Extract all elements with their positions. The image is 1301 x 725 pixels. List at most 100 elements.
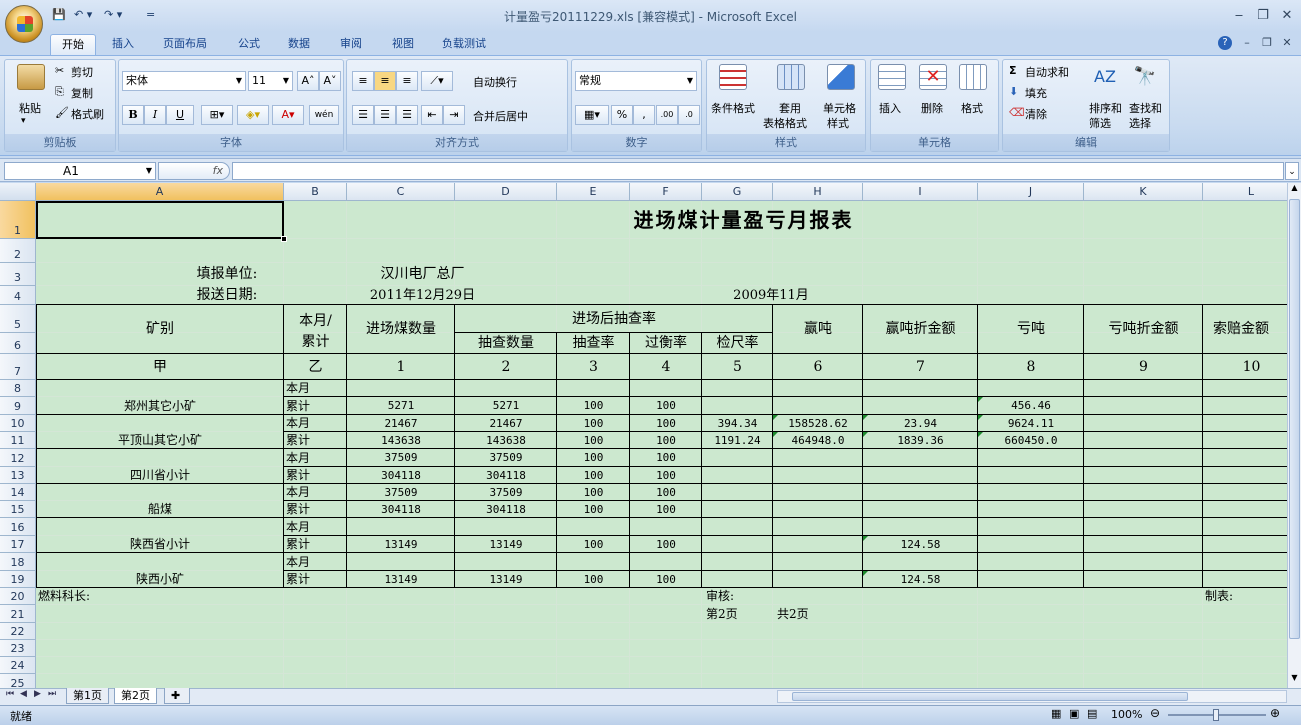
header-mine[interactable]: 矿别 bbox=[36, 305, 284, 354]
vertical-scrollbar[interactable]: ▲ ▼ bbox=[1287, 183, 1301, 688]
value-cell[interactable]: 304118 bbox=[347, 501, 455, 518]
value-cell[interactable]: 100 bbox=[557, 415, 630, 432]
find-select-button[interactable]: 选择 bbox=[1129, 115, 1151, 131]
zoom-in-icon[interactable]: ⊕ bbox=[1270, 706, 1280, 720]
row-header-21[interactable]: 21 bbox=[0, 605, 36, 623]
row-header-14[interactable]: 14 bbox=[0, 484, 36, 501]
format-as-table-button[interactable]: 表格格式 bbox=[763, 115, 807, 131]
value-cell[interactable]: 100 bbox=[630, 397, 702, 415]
sheet-tab-1[interactable]: 第1页 bbox=[66, 688, 109, 704]
col-header-G[interactable]: G bbox=[702, 183, 773, 201]
period-cell[interactable]: 累计 bbox=[284, 432, 347, 449]
percent-button[interactable]: % bbox=[611, 105, 633, 125]
value-cell[interactable]: 100 bbox=[557, 467, 630, 484]
error-indicator-icon[interactable] bbox=[863, 571, 868, 576]
error-indicator-icon[interactable] bbox=[863, 415, 868, 420]
row-header-12[interactable]: 12 bbox=[0, 449, 36, 467]
zoom-out-icon[interactable]: ⊖ bbox=[1150, 706, 1160, 720]
format-cells-button[interactable]: 格式 bbox=[961, 100, 983, 116]
code-1[interactable]: 乙 bbox=[284, 354, 347, 380]
value-cell[interactable]: 100 bbox=[557, 432, 630, 449]
tab-formulas[interactable]: 公式 bbox=[227, 34, 271, 56]
row-header-15[interactable]: 15 bbox=[0, 501, 36, 518]
page-layout-view-icon[interactable]: ▣ bbox=[1069, 707, 1079, 720]
row-header-3[interactable]: 3 bbox=[0, 263, 36, 286]
header-gain[interactable]: 赢吨 bbox=[773, 305, 863, 354]
cut-button[interactable]: 剪切 bbox=[71, 64, 93, 80]
insert-cells-icon[interactable] bbox=[878, 64, 906, 90]
insert-function-icon[interactable]: fx bbox=[158, 162, 230, 180]
col-header-A[interactable]: A bbox=[36, 183, 284, 201]
decrease-decimal-button[interactable]: .0 bbox=[678, 105, 700, 125]
code-7[interactable]: 6 bbox=[773, 354, 863, 380]
borders-icon[interactable]: ⊞▾ bbox=[201, 105, 233, 125]
align-center-icon[interactable]: ☰ bbox=[374, 105, 396, 125]
sheet-nav-first-icon[interactable]: ⏮ bbox=[6, 689, 14, 699]
header-sample-qty[interactable]: 抽查数量 bbox=[455, 333, 557, 354]
mine-name[interactable]: 郑州其它小矿 bbox=[36, 397, 284, 415]
row-header-24[interactable]: 24 bbox=[0, 657, 36, 674]
period-cell[interactable]: 本月 bbox=[284, 380, 347, 397]
page-break-view-icon[interactable]: ▤ bbox=[1087, 707, 1097, 720]
value-cell[interactable]: 100 bbox=[630, 415, 702, 432]
row-header-22[interactable]: 22 bbox=[0, 623, 36, 640]
mine-name[interactable]: 平顶山其它小矿 bbox=[36, 432, 284, 449]
select-all-corner[interactable] bbox=[0, 183, 36, 201]
value-cell[interactable]: 304118 bbox=[455, 467, 557, 484]
col-header-F[interactable]: F bbox=[630, 183, 702, 201]
value-cell[interactable]: 21467 bbox=[455, 415, 557, 432]
value-cell[interactable]: 13149 bbox=[347, 571, 455, 588]
col-header-L[interactable]: L bbox=[1203, 183, 1287, 201]
fill-color-icon[interactable]: ◈▾ bbox=[237, 105, 269, 125]
align-left-icon[interactable]: ☰ bbox=[352, 105, 374, 125]
value-cell[interactable]: 23.94 bbox=[863, 415, 978, 432]
underline-button[interactable]: U bbox=[166, 105, 194, 125]
paste-icon[interactable] bbox=[17, 64, 45, 90]
footer-maker[interactable]: 制表: bbox=[1203, 588, 1260, 605]
value-cell[interactable]: 660450.0 bbox=[978, 432, 1084, 449]
value-cell[interactable]: 100 bbox=[557, 501, 630, 518]
zoom-level[interactable]: 100% bbox=[1111, 708, 1142, 721]
row-header-13[interactable]: 13 bbox=[0, 467, 36, 484]
value-cell[interactable]: 100 bbox=[630, 501, 702, 518]
office-button[interactable] bbox=[5, 5, 43, 43]
row-header-7[interactable]: 7 bbox=[0, 354, 36, 380]
find-select-icon[interactable]: 🔭 bbox=[1131, 64, 1159, 90]
code-2[interactable]: 1 bbox=[347, 354, 455, 380]
font-name-select[interactable]: 宋体 ▼ bbox=[122, 71, 246, 91]
value-cell[interactable]: 100 bbox=[630, 432, 702, 449]
value-cell[interactable]: 100 bbox=[557, 449, 630, 467]
error-indicator-icon[interactable] bbox=[773, 415, 778, 420]
sort-filter-label[interactable]: 排序和 bbox=[1089, 100, 1122, 116]
error-indicator-icon[interactable] bbox=[863, 432, 868, 437]
header-period-2[interactable]: 累计 bbox=[284, 331, 347, 354]
code-9[interactable]: 8 bbox=[978, 354, 1084, 380]
horizontal-scroll-thumb[interactable] bbox=[792, 692, 1188, 701]
wrap-text-button[interactable]: 自动换行 bbox=[473, 74, 517, 90]
header-gain-amount[interactable]: 赢吨折金额 bbox=[863, 305, 978, 354]
code-5[interactable]: 4 bbox=[630, 354, 702, 380]
value-cell[interactable]: 5271 bbox=[347, 397, 455, 415]
row-header-9[interactable]: 9 bbox=[0, 397, 36, 415]
cell-styles-label[interactable]: 单元格 bbox=[823, 100, 856, 116]
tab-page-layout[interactable]: 页面布局 bbox=[152, 34, 218, 56]
clear-button[interactable]: 清除 bbox=[1025, 106, 1047, 122]
ribbon-minimize-icon[interactable]: – bbox=[1238, 36, 1256, 52]
sort-filter-button[interactable]: 筛选 bbox=[1089, 115, 1111, 131]
col-header-J[interactable]: J bbox=[978, 183, 1084, 201]
row-header-2[interactable]: 2 bbox=[0, 239, 36, 263]
period-cell[interactable]: 累计 bbox=[284, 571, 347, 588]
sort-filter-icon[interactable]: AZ bbox=[1091, 64, 1119, 90]
col-header-K[interactable]: K bbox=[1084, 183, 1203, 201]
header-ruler-rate[interactable]: 检尺率 bbox=[702, 333, 773, 354]
row-header-17[interactable]: 17 bbox=[0, 536, 36, 553]
row-header-11[interactable]: 11 bbox=[0, 432, 36, 449]
bold-button[interactable]: B bbox=[122, 105, 144, 125]
paste-button[interactable]: 粘贴 bbox=[19, 100, 41, 116]
conditional-format-button[interactable]: 条件格式 bbox=[711, 100, 755, 116]
delete-cells-icon[interactable]: ✕ bbox=[919, 64, 947, 90]
value-cell[interactable]: 100 bbox=[630, 449, 702, 467]
value-cell[interactable]: 456.46 bbox=[978, 397, 1084, 415]
value-cell[interactable]: 100 bbox=[630, 536, 702, 553]
align-right-icon[interactable]: ☰ bbox=[396, 105, 418, 125]
